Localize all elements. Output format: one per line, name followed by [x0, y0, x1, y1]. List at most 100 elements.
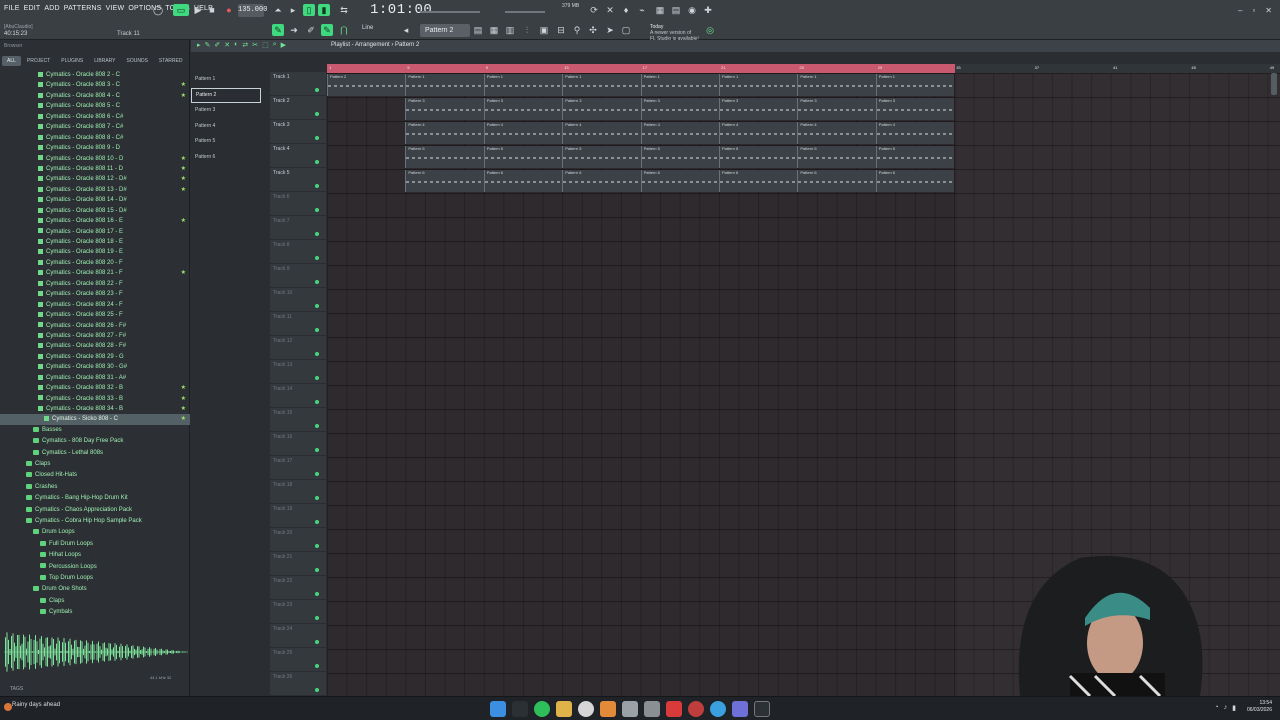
pattern-clip[interactable]: Pattern 3: [405, 98, 484, 120]
browser-sample-item[interactable]: Cymatics - Oracle 808 28 - F#: [0, 341, 190, 351]
master-pitch-slider[interactable]: [505, 11, 545, 13]
track-header[interactable]: Track 25: [270, 648, 326, 672]
track-header[interactable]: Track 24: [270, 624, 326, 648]
track-header[interactable]: Track 4: [270, 144, 326, 168]
track-mute-led[interactable]: [315, 256, 319, 260]
pattern-item[interactable]: Pattern 2: [191, 87, 261, 103]
browser-sample-item[interactable]: Cymatics - Oracle 808 22 - F: [0, 279, 190, 289]
track-mute-led[interactable]: [315, 376, 319, 380]
pattern-item[interactable]: Pattern 6: [191, 150, 261, 166]
pattern-clip[interactable]: Pattern 5: [562, 146, 641, 168]
track-header[interactable]: Track 3: [270, 120, 326, 144]
browser-sample-item[interactable]: Cymatics - Oracle 808 2 - C: [0, 70, 190, 80]
pattern-item[interactable]: Pattern 1: [191, 72, 261, 88]
browser-folder-item[interactable]: Full Drum Loops: [0, 539, 190, 550]
pattern-clip[interactable]: Pattern 4: [797, 122, 876, 144]
step-seq-icon[interactable]: ▣: [538, 24, 550, 36]
snap-selector[interactable]: Line: [362, 25, 373, 31]
song-time-display[interactable]: 1:01:00: [370, 2, 432, 18]
play-range[interactable]: [327, 64, 955, 73]
pattern-clip[interactable]: Pattern 1: [875, 74, 955, 96]
track-header[interactable]: Track 2: [270, 96, 326, 120]
track-header[interactable]: Track 14: [270, 384, 326, 408]
browser-sample-item[interactable]: Cymatics - Oracle 808 7 - C#: [0, 122, 190, 132]
pattern-clip[interactable]: Pattern 3: [875, 98, 955, 120]
star-icon[interactable]: ★: [181, 216, 186, 226]
pattern-clip[interactable]: Pattern 6: [797, 170, 876, 192]
menu-item-edit[interactable]: EDIT: [24, 5, 41, 12]
track-mute-led[interactable]: [315, 424, 319, 428]
track-mute-led[interactable]: [315, 616, 319, 620]
tempo-display[interactable]: 135.000: [238, 4, 267, 17]
browser-folder-item[interactable]: Claps: [0, 596, 190, 607]
pattern-selector[interactable]: Pattern 2: [420, 24, 470, 37]
track-header[interactable]: Track 11: [270, 312, 326, 336]
system-clock[interactable]: 13:54 06/03/2026: [1247, 700, 1272, 714]
record-list-icon[interactable]: ⊟: [555, 24, 567, 36]
stream-icon[interactable]: [754, 701, 770, 717]
browser-folder-item[interactable]: Closed Hit-Hats: [0, 470, 190, 481]
playlist-icon[interactable]: ▦: [488, 24, 500, 36]
track-header[interactable]: Track 23: [270, 600, 326, 624]
play-icon[interactable]: ▶: [192, 4, 204, 16]
plugin-picker-icon[interactable]: ✚: [702, 4, 714, 16]
pattern-clip[interactable]: Pattern 4: [640, 122, 719, 144]
browser-tab-all[interactable]: ALL: [2, 56, 21, 66]
arrow-left-icon[interactable]: ◂: [400, 24, 412, 36]
pattern-clip[interactable]: Pattern 1: [797, 74, 876, 96]
discord-icon[interactable]: [732, 701, 748, 717]
browser-sample-item[interactable]: Cymatics - Oracle 808 16 - E ★: [0, 216, 190, 226]
browser-sample-item[interactable]: Cymatics - Oracle 808 17 - E: [0, 227, 190, 237]
track-header[interactable]: Track 5: [270, 168, 326, 192]
mute-icon[interactable]: ◐: [234, 41, 238, 49]
pencil-icon[interactable]: ✐: [305, 24, 317, 36]
magnet-icon[interactable]: ⋂: [338, 24, 350, 36]
track-mute-led[interactable]: [315, 520, 319, 524]
track-mute-led[interactable]: [315, 544, 319, 548]
pattern-clip[interactable]: Pattern 4: [875, 122, 955, 144]
countdown-button[interactable]: ▯: [303, 4, 315, 16]
pattern-clip[interactable]: Pattern 5: [797, 146, 876, 168]
stop-icon[interactable]: ■: [206, 4, 218, 16]
track-header[interactable]: Track 6: [270, 192, 326, 216]
browser-tab-sounds[interactable]: SOUNDS: [122, 56, 153, 66]
browser-sample-item[interactable]: Cymatics - Oracle 808 30 - G#: [0, 362, 190, 372]
pattern-clip[interactable]: Pattern 4: [405, 122, 484, 144]
star-icon[interactable]: ★: [181, 164, 186, 174]
star-icon[interactable]: ★: [181, 414, 186, 424]
browser-sample-item[interactable]: Cymatics - Oracle 808 26 - F#: [0, 321, 190, 331]
browser-app-icon[interactable]: [710, 701, 726, 717]
browser-folder-item[interactable]: Crashes: [0, 482, 190, 493]
browser-sample-item[interactable]: Cymatics - Oracle 808 32 - B ★: [0, 383, 190, 393]
track-mute-led[interactable]: [315, 400, 319, 404]
pattern-clip[interactable]: Pattern 6: [483, 170, 563, 192]
browser-folder-item[interactable]: Cymatics - 808 Day Free Pack: [0, 436, 190, 447]
browser-sample-item[interactable]: Cymatics - Oracle 808 24 - F: [0, 300, 190, 310]
track-header[interactable]: Track 22: [270, 576, 326, 600]
pattern-clip[interactable]: Pattern 2: [327, 74, 406, 96]
pattern-clip[interactable]: Pattern 1: [405, 74, 484, 96]
track-header[interactable]: Track 9: [270, 264, 326, 288]
track-header[interactable]: Track 12: [270, 336, 326, 360]
maximize-icon[interactable]: ▫: [1252, 6, 1255, 15]
browser-folder-item[interactable]: Top Drum Loops: [0, 573, 190, 584]
pattern-item[interactable]: Pattern 5: [191, 134, 261, 150]
star-icon[interactable]: ★: [181, 91, 186, 101]
browser-sample-item[interactable]: Cymatics - Oracle 808 23 - F: [0, 289, 190, 299]
track-mute-led[interactable]: [315, 472, 319, 476]
pattern-clip[interactable]: Pattern 6: [640, 170, 719, 192]
playback-icon[interactable]: ▶: [281, 41, 286, 49]
draw-mode-button[interactable]: ✎: [272, 24, 284, 36]
pattern-clip[interactable]: Pattern 4: [562, 122, 641, 144]
weather-text[interactable]: Rainy days ahead: [12, 702, 60, 708]
track-mute-led[interactable]: [315, 352, 319, 356]
browser-sample-item[interactable]: Cymatics - Oracle 808 8 - C#: [0, 133, 190, 143]
pattern-clip[interactable]: Pattern 3: [797, 98, 876, 120]
pattern-clip[interactable]: Pattern 6: [719, 170, 798, 192]
browser-sample-item[interactable]: Cymatics - Oracle 808 33 - B ★: [0, 394, 190, 404]
blend-icon[interactable]: ⇆: [338, 4, 350, 16]
snap-icon[interactable]: ▸: [197, 41, 201, 49]
plug-icon[interactable]: ⌁: [636, 4, 648, 16]
track-mute-led[interactable]: [315, 280, 319, 284]
pattern-clip[interactable]: Pattern 5: [483, 146, 563, 168]
